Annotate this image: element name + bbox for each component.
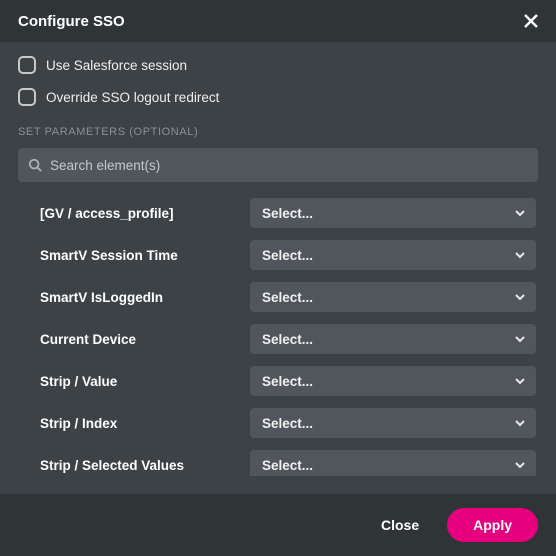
select-value: Select... [262,332,313,347]
chevron-down-icon [514,417,526,429]
param-select[interactable]: Select... [250,324,536,354]
configure-sso-dialog: Configure SSO Use Salesforce session Ove… [0,0,556,556]
chevron-down-icon [514,207,526,219]
select-value: Select... [262,206,313,221]
chevron-down-icon [514,375,526,387]
param-row: Current Device Select... [18,318,536,360]
param-select[interactable]: Select... [250,198,536,228]
param-label: [GV / access_profile] [40,206,236,221]
apply-button[interactable]: Apply [447,508,538,542]
chevron-down-icon [514,459,526,471]
dialog-body: Use Salesforce session Override SSO logo… [0,42,556,494]
param-select[interactable]: Select... [250,450,536,476]
param-label: SmartV Session Time [40,248,236,263]
checkbox-icon [18,88,36,106]
param-label: Strip / Value [40,374,236,389]
param-label: Strip / Index [40,416,236,431]
checkbox-override-sso-logout[interactable]: Override SSO logout redirect [18,88,538,106]
param-select[interactable]: Select... [250,408,536,438]
param-row: Strip / Value Select... [18,360,536,402]
select-value: Select... [262,290,313,305]
checkbox-label: Override SSO logout redirect [46,90,219,105]
select-value: Select... [262,416,313,431]
param-row: Strip / Index Select... [18,402,536,444]
checkbox-use-salesforce-session[interactable]: Use Salesforce session [18,56,538,74]
dialog-title: Configure SSO [18,13,125,30]
search-input[interactable] [18,148,538,182]
select-value: Select... [262,248,313,263]
checkbox-icon [18,56,36,74]
param-row: SmartV Session Time Select... [18,234,536,276]
param-select[interactable]: Select... [250,240,536,270]
select-value: Select... [262,458,313,473]
param-row: SmartV IsLoggedIn Select... [18,276,536,318]
close-button[interactable]: Close [365,509,435,541]
search-icon [28,158,42,172]
close-icon[interactable] [520,10,542,32]
chevron-down-icon [514,291,526,303]
set-parameters-label: SET PARAMETERS (OPTIONAL) [18,126,538,138]
search-wrap [18,148,538,182]
select-value: Select... [262,374,313,389]
dialog-footer: Close Apply [0,494,556,556]
chevron-down-icon [514,333,526,345]
param-row: Strip / Selected Values Select... [18,444,536,476]
param-select[interactable]: Select... [250,282,536,312]
param-label: SmartV IsLoggedIn [40,290,236,305]
parameters-list: [GV / access_profile]Select...SmartV Ses… [18,192,538,476]
chevron-down-icon [514,249,526,261]
param-label: Current Device [40,332,236,347]
checkbox-label: Use Salesforce session [46,58,187,73]
param-select[interactable]: Select... [250,366,536,396]
param-label: Strip / Selected Values [40,458,236,473]
dialog-titlebar: Configure SSO [0,0,556,42]
param-row: [GV / access_profile] Select... [18,192,536,234]
